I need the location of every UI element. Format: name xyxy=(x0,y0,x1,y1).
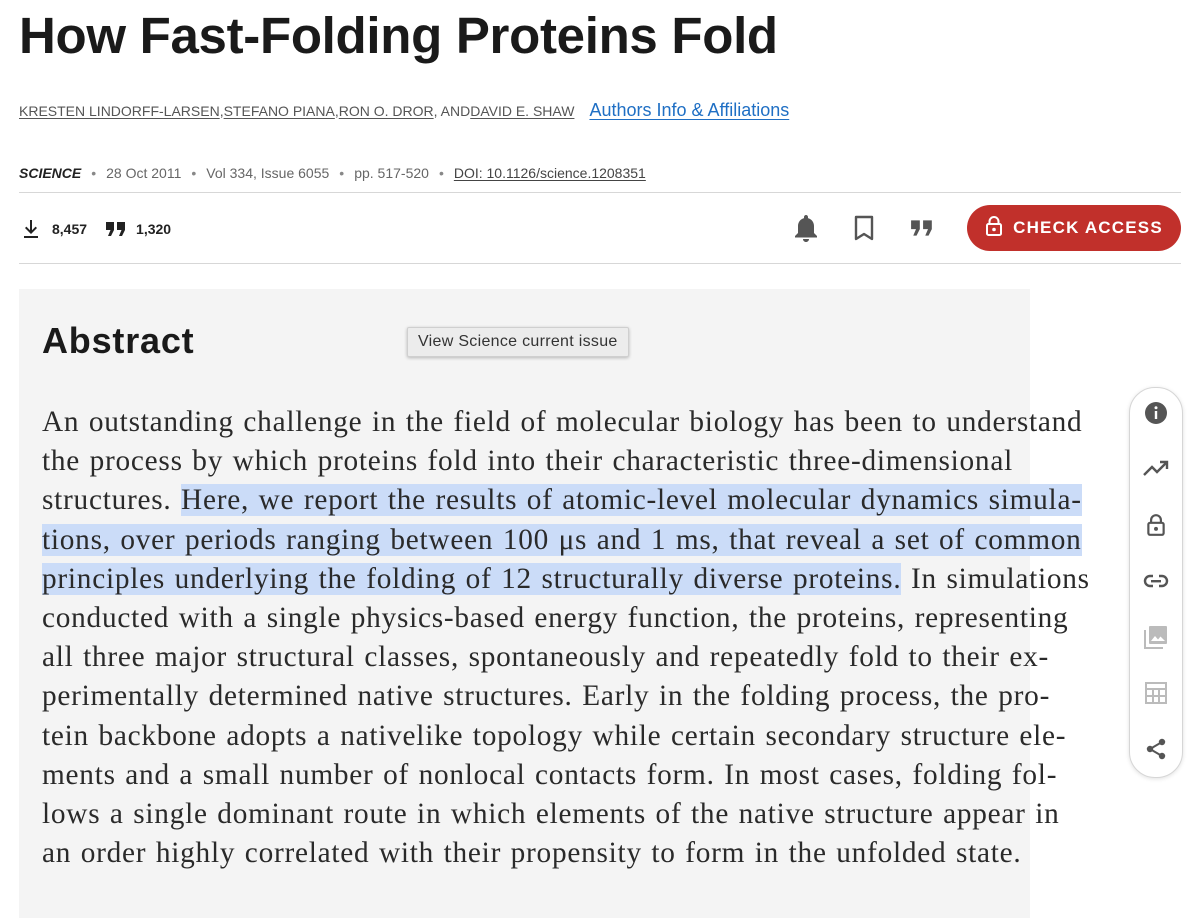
article-title: How Fast-Folding Proteins Fold xyxy=(19,7,778,64)
abstract-text-segment: an order highly correlated with their pr… xyxy=(42,837,1022,870)
abstract-line: principles underlying the folding of 12 … xyxy=(42,560,1089,599)
article-actions: CHECK ACCESS xyxy=(791,205,1181,251)
trending-icon[interactable] xyxy=(1143,456,1169,482)
abstract-text-segment: perimentally determined native structure… xyxy=(42,680,1051,713)
highlighted-text: Here, we report the results of atomic-le… xyxy=(181,484,1082,517)
page-range: pp. 517-520 xyxy=(354,165,429,181)
abstract-heading: Abstract xyxy=(42,320,195,361)
bell-icon[interactable] xyxy=(791,213,821,243)
abstract-line: structures. Here, we report the results … xyxy=(42,481,1082,520)
authors-info-affiliations-link[interactable]: Authors Info & Affiliations xyxy=(589,100,789,121)
check-access-button[interactable]: CHECK ACCESS xyxy=(967,205,1181,251)
abstract-line: ments and a small number of nonlocal con… xyxy=(42,756,1056,795)
author-link[interactable]: KRESTEN LINDORFF-LARSEN xyxy=(19,103,220,119)
abstract-line: tein backbone adopts a nativelike topolo… xyxy=(42,717,1066,756)
abstract-text-segment: An outstanding challenge in the field of… xyxy=(42,406,1083,438)
link-icon[interactable] xyxy=(1143,568,1169,594)
abstract-text-segment: ments and a small number of nonlocal con… xyxy=(42,758,1058,791)
abstract-text-segment: lows a single dominant route in which el… xyxy=(42,798,1060,831)
info-icon[interactable] xyxy=(1143,400,1169,426)
publication-date: 28 Oct 2011 xyxy=(106,165,182,181)
abstract-line: the process by which proteins fold into … xyxy=(42,442,1017,481)
meta-separator: • xyxy=(191,165,197,181)
abstract-text-segment: conducted with a single physics-based en… xyxy=(42,602,1069,635)
abstract-text-segment: In simulations xyxy=(901,562,1090,595)
highlighted-text: principles underlying the folding of 12 … xyxy=(42,562,902,595)
abstract-line: An outstanding challenge in the field of… xyxy=(42,403,1082,442)
check-access-label: CHECK ACCESS xyxy=(1013,218,1163,237)
article-metrics: 8,457 1,320 xyxy=(19,214,189,244)
current-issue-tooltip: View Science current issue xyxy=(407,327,629,357)
author-link[interactable]: DAVID E. SHAW xyxy=(470,103,574,119)
abstract-line: perimentally determined native structure… xyxy=(42,677,1049,716)
abstract-text-segment: the process by which proteins fold into … xyxy=(42,445,1013,478)
author-separator: , AND xyxy=(433,103,471,119)
article-tools-sidebar xyxy=(1129,387,1183,778)
highlighted-text: tions, over periods ranging between 100 … xyxy=(42,523,1082,556)
abstract-line: an order highly correlated with their pr… xyxy=(42,834,1021,873)
share-icon[interactable] xyxy=(1143,736,1169,762)
citation-count: 1,320 xyxy=(136,221,172,237)
citation-icon xyxy=(105,220,127,238)
download-icon xyxy=(19,217,43,241)
author-list: KRESTEN LINDORFF-LARSEN , STEFANO PIANA … xyxy=(19,100,789,122)
meta-separator: • xyxy=(91,165,97,181)
abstract-text: An outstanding challenge in the field of… xyxy=(42,403,1089,873)
lock-icon[interactable] xyxy=(1143,512,1169,538)
author-link[interactable]: STEFANO PIANA xyxy=(224,103,335,119)
table-icon[interactable] xyxy=(1143,680,1169,706)
publication-meta: SCIENCE • 28 Oct 2011 • Vol 334, Issue 6… xyxy=(19,163,646,183)
abstract-text-segment: tein backbone adopts a nativelike topolo… xyxy=(42,719,1067,752)
lock-icon xyxy=(985,215,1013,242)
divider xyxy=(19,263,1181,264)
download-count: 8,457 xyxy=(52,221,88,237)
abstract-text-segment: structures. xyxy=(42,484,182,517)
meta-separator: • xyxy=(438,165,444,181)
meta-separator: • xyxy=(339,165,345,181)
bookmark-icon[interactable] xyxy=(849,213,879,243)
abstract-line: lows a single dominant route in which el… xyxy=(42,795,1059,834)
author-link[interactable]: RON O. DROR xyxy=(339,103,434,119)
abstract-line: tions, over periods ranging between 100 … xyxy=(42,521,1082,560)
abstract-text-segment: all three major structural classes, spon… xyxy=(42,641,1050,674)
abstract-line: all three major structural classes, spon… xyxy=(42,638,1048,677)
divider xyxy=(19,192,1181,193)
abstract-line: conducted with a single physics-based en… xyxy=(42,599,1068,638)
volume-issue: Vol 334, Issue 6055 xyxy=(206,165,330,181)
image-icon[interactable] xyxy=(1143,624,1169,650)
journal-name: SCIENCE xyxy=(19,165,82,181)
doi-link[interactable]: DOI: 10.1126/science.1208351 xyxy=(454,165,646,181)
quote-icon[interactable] xyxy=(907,213,937,243)
